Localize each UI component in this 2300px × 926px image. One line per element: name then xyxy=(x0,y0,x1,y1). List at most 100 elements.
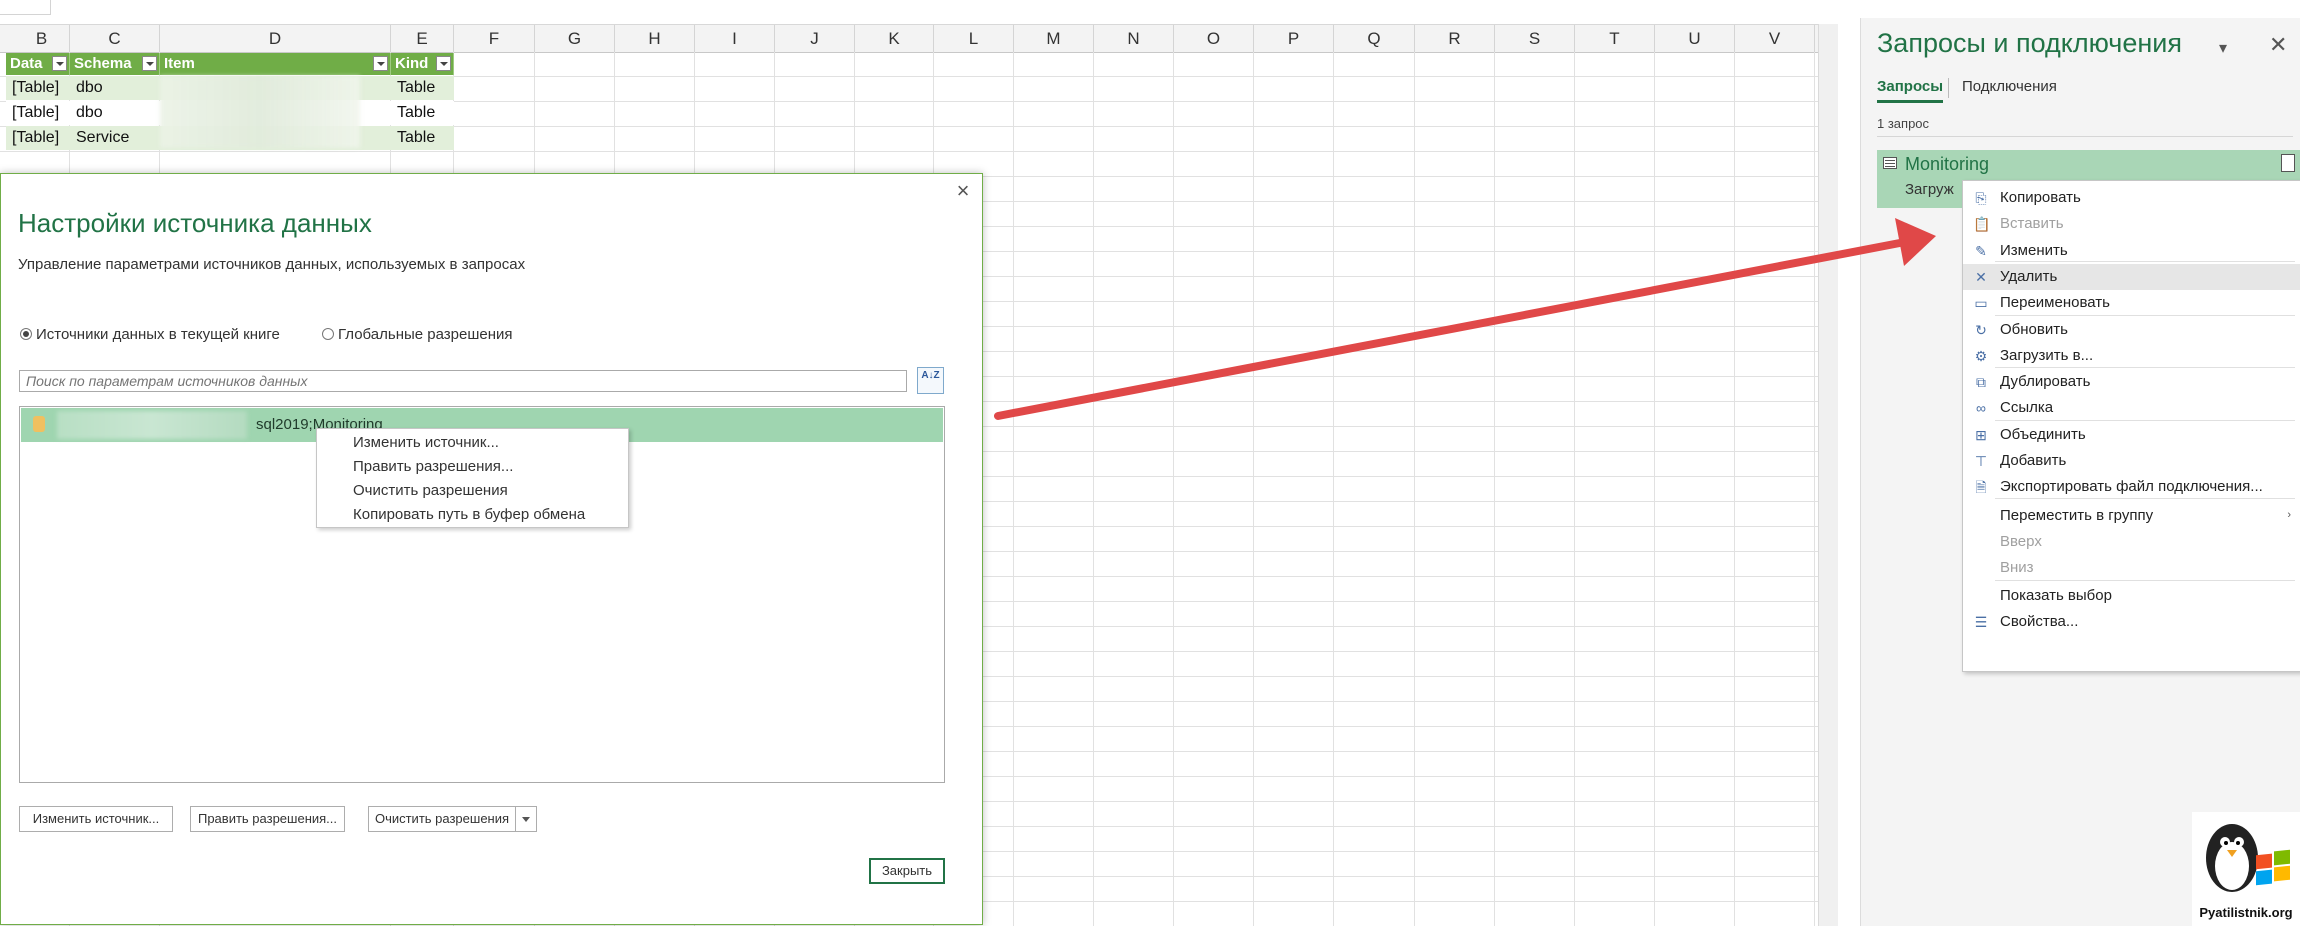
penguin-logo-icon xyxy=(2206,824,2290,892)
table-cell[interactable]: [Table] xyxy=(6,101,70,125)
close-button[interactable]: Закрыть xyxy=(869,858,945,884)
pane-options-chevron-icon[interactable]: ▾ xyxy=(2219,38,2227,58)
column-header-k[interactable]: K xyxy=(855,25,934,52)
menu-item-clear-permissions[interactable]: Очистить разрешения xyxy=(353,482,508,499)
column-header-e[interactable]: E xyxy=(391,25,454,52)
menu-item-label: Объединить xyxy=(2000,426,2086,443)
filter-dropdown-button[interactable] xyxy=(142,56,157,71)
column-header-d[interactable]: D xyxy=(160,25,391,52)
filter-dropdown-button[interactable] xyxy=(373,56,388,71)
export-icon: 🗎 xyxy=(1975,479,1987,495)
gridline xyxy=(1494,52,1495,926)
column-header-q[interactable]: Q xyxy=(1334,25,1415,52)
radio-current-workbook[interactable]: Источники данных в текущей книге xyxy=(20,326,280,343)
header-label: Item xyxy=(164,55,195,72)
menu-item-rename[interactable]: ▭ Переименовать xyxy=(1963,290,2300,316)
filter-dropdown-button[interactable] xyxy=(52,56,67,71)
radio-checked-icon xyxy=(20,328,32,340)
column-header-i[interactable]: I xyxy=(695,25,775,52)
table-cell[interactable]: [Table] xyxy=(6,76,70,100)
menu-item-label: Переименовать xyxy=(2000,294,2110,311)
document-icon[interactable] xyxy=(2281,154,2295,172)
tab-queries[interactable]: Запросы xyxy=(1877,78,1944,103)
chevron-down-icon[interactable] xyxy=(515,806,537,832)
menu-item-item[interactable]: Переместить в группу › xyxy=(1963,503,2300,529)
menu-item-label: Показать выбор xyxy=(2000,587,2112,604)
menu-item-copy-path[interactable]: Копировать путь в буфер обмена xyxy=(353,506,585,523)
edit-permissions-button[interactable]: Править разрешения... xyxy=(190,806,345,832)
column-header-m[interactable]: M xyxy=(1014,25,1094,52)
gridline xyxy=(1654,52,1655,926)
column-header-b[interactable]: B xyxy=(14,25,70,52)
column-header-r[interactable]: R xyxy=(1415,25,1495,52)
column-header-s[interactable]: S xyxy=(1495,25,1575,52)
radio-global-permissions[interactable]: Глобальные разрешения xyxy=(322,326,513,343)
menu-item-item[interactable]: Показать выбор xyxy=(1963,583,2300,609)
column-header-j[interactable]: J xyxy=(775,25,855,52)
menu-item-delete[interactable]: ✕ Удалить xyxy=(1963,264,2300,290)
menu-item-item: Вверх xyxy=(1963,529,2300,555)
menu-item-append[interactable]: ⊤ Добавить xyxy=(1963,448,2300,474)
search-input[interactable] xyxy=(19,370,907,392)
divider xyxy=(1877,136,2293,137)
table-cell[interactable]: dbo xyxy=(70,76,160,100)
table-cell[interactable]: Service xyxy=(70,126,160,150)
menu-item-change-source[interactable]: Изменить источник... xyxy=(353,434,499,451)
change-source-button[interactable]: Изменить источник... xyxy=(19,806,173,832)
append-icon: ⊤ xyxy=(1974,453,1988,469)
menu-item-export[interactable]: 🗎 Экспортировать файл подключения... xyxy=(1963,474,2300,500)
menu-item-reference[interactable]: ∞ Ссылка xyxy=(1963,395,2300,421)
paste-icon: 📋 xyxy=(1973,216,1991,232)
column-header-u[interactable]: U xyxy=(1655,25,1735,52)
menu-item-label: Загрузить в... xyxy=(2000,347,2094,364)
gridline xyxy=(1333,52,1334,926)
radio-label: Глобальные разрешения xyxy=(338,326,513,343)
column-header-n[interactable]: N xyxy=(1094,25,1174,52)
radio-label: Источники данных в текущей книге xyxy=(36,326,280,343)
tab-connections[interactable]: Подключения xyxy=(1962,78,2057,95)
gridline xyxy=(1093,52,1094,926)
table-cell[interactable]: Table xyxy=(391,126,454,150)
database-icon xyxy=(33,416,45,432)
menu-item-item: Вниз xyxy=(1963,555,2300,581)
column-header-o[interactable]: O xyxy=(1174,25,1254,52)
clear-permissions-button[interactable]: Очистить разрешения xyxy=(368,806,516,832)
column-header-p[interactable]: P xyxy=(1254,25,1334,52)
column-header-t[interactable]: T xyxy=(1575,25,1655,52)
table-header-schema: Schema xyxy=(70,53,160,75)
column-header-g[interactable]: G xyxy=(535,25,615,52)
vertical-scrollbar[interactable] xyxy=(1818,24,1838,926)
sort-az-icon[interactable]: A↓Z xyxy=(917,367,944,394)
column-header-c[interactable]: C xyxy=(70,25,160,52)
pane-close-icon[interactable]: ✕ xyxy=(2269,32,2287,58)
column-header-h[interactable]: H xyxy=(615,25,695,52)
filter-dropdown-button[interactable] xyxy=(436,56,451,71)
menu-item-load-to[interactable]: ⚙ Загрузить в... xyxy=(1963,343,2300,369)
menu-item-merge[interactable]: ⊞ Объединить xyxy=(1963,422,2300,448)
table-cell[interactable]: [Table] xyxy=(6,126,70,150)
rename-icon: ▭ xyxy=(1974,295,1988,311)
column-header-f[interactable]: F xyxy=(454,25,535,52)
header-label: Kind xyxy=(395,55,429,72)
menu-item-duplicate[interactable]: ⧉ Дублировать xyxy=(1963,369,2300,395)
load-to-icon: ⚙ xyxy=(1974,348,1988,364)
duplicate-icon: ⧉ xyxy=(1976,374,1986,390)
table-header-item: Item xyxy=(160,53,391,75)
table-header-kind: Kind xyxy=(391,53,454,75)
table-cell[interactable]: dbo xyxy=(70,101,160,125)
dialog-title: Настройки источника данных xyxy=(18,208,372,238)
properties-icon: ☰ xyxy=(1974,614,1988,630)
column-header-l[interactable]: L xyxy=(934,25,1014,52)
menu-item-edit-permissions[interactable]: Править разрешения... xyxy=(353,458,513,475)
column-header-v[interactable]: V xyxy=(1735,25,1815,52)
header-label: Schema xyxy=(74,55,132,72)
table-cell[interactable]: Table xyxy=(391,101,454,125)
menu-item-edit[interactable]: ✎ Изменить xyxy=(1963,238,2300,264)
gridline xyxy=(1013,52,1014,926)
menu-item-copy[interactable]: ⎘ Копировать xyxy=(1963,185,2300,211)
menu-item-refresh[interactable]: ↻ Обновить xyxy=(1963,317,2300,343)
dialog-close-icon[interactable]: × xyxy=(952,180,974,202)
menu-item-label: Удалить xyxy=(2000,268,2058,285)
menu-item-properties[interactable]: ☰ Свойства... xyxy=(1963,609,2300,635)
table-cell[interactable]: Table xyxy=(391,76,454,100)
